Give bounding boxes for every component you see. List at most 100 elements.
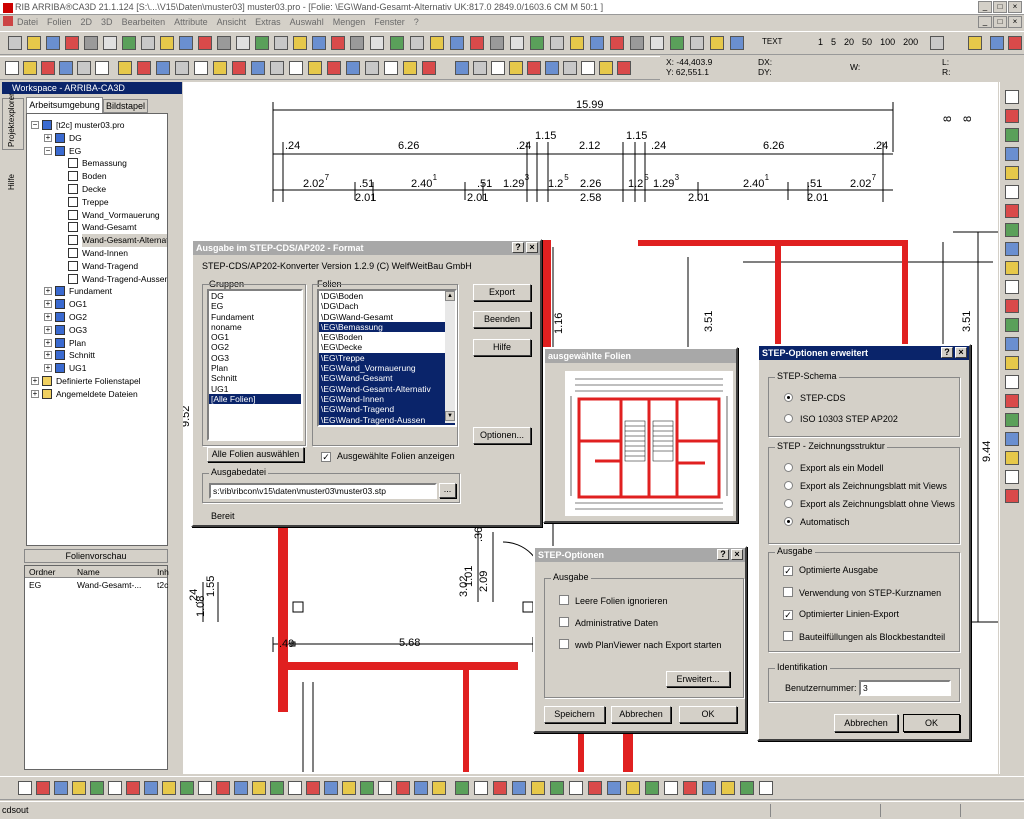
tree-item[interactable]: Wand-Gesamt <box>29 221 167 234</box>
tree-item[interactable]: Bemassung <box>29 157 167 170</box>
struct-automatisch-radio[interactable]: Automatisch <box>784 517 850 527</box>
right-tool-icon[interactable] <box>1005 299 1019 313</box>
draw-tool-icon[interactable] <box>194 61 208 75</box>
tree-item[interactable]: Boden <box>29 170 167 183</box>
tree-item[interactable]: Treppe <box>29 196 167 209</box>
gruppe-item[interactable]: Plan <box>209 363 301 373</box>
folie-item[interactable]: \EG\Bemassung <box>319 321 455 333</box>
gruppe-item[interactable]: Schnitt <box>209 373 301 383</box>
ext-options-close-button[interactable]: × <box>955 347 967 358</box>
right-tool-icon[interactable] <box>1005 394 1019 408</box>
main-tool-icon[interactable] <box>390 36 404 50</box>
beenden-button[interactable]: Beenden <box>473 311 531 328</box>
draw-tool-icon[interactable] <box>403 61 417 75</box>
scale-20-button[interactable]: 20 <box>844 37 854 47</box>
step-options-close-button[interactable]: × <box>731 549 743 560</box>
main-tool-icon[interactable] <box>141 36 155 50</box>
draw-tool-icon[interactable] <box>455 61 469 75</box>
schema-iso-radio[interactable]: ISO 10303 STEP AP202 <box>784 414 898 424</box>
main-tool-icon[interactable] <box>670 36 684 50</box>
text-tool-label[interactable]: TEXT <box>762 37 782 46</box>
main-tool-icon[interactable] <box>27 36 41 50</box>
folie-item[interactable]: \EG\Wand-Tragend <box>319 404 455 415</box>
main-tool-icon[interactable] <box>236 36 250 50</box>
schema-step-cds-radio[interactable]: STEP-CDS <box>784 393 846 403</box>
draw-tool-icon[interactable] <box>545 61 559 75</box>
bottom-tool-icon[interactable] <box>493 781 507 795</box>
optionen-button[interactable]: Optionen... <box>473 427 531 444</box>
folie-item[interactable]: \EG\Treppe <box>319 352 455 364</box>
bottom-tool-icon[interactable] <box>216 781 230 795</box>
draw-tool-icon[interactable] <box>308 61 322 75</box>
tree-expander-icon[interactable]: − <box>31 121 39 129</box>
bottom-tool-icon[interactable] <box>90 781 104 795</box>
bottom-tool-icon[interactable] <box>144 781 158 795</box>
kurznamen-checkbox[interactable]: Verwendung von STEP-Kurznamen <box>783 587 941 598</box>
bottom-tool-icon[interactable] <box>36 781 50 795</box>
struct-modell-radio[interactable]: Export als ein Modell <box>784 463 884 473</box>
main-tool-icon[interactable] <box>8 36 22 50</box>
menu-ansicht[interactable]: Ansicht <box>217 17 247 27</box>
draw-tool-icon[interactable] <box>156 61 170 75</box>
leere-folien-checkbox[interactable]: Leere Folien ignorieren <box>559 595 668 606</box>
draw-tool-icon[interactable] <box>251 61 265 75</box>
main-tool-icon[interactable] <box>550 36 564 50</box>
main-tool-icon[interactable] <box>510 36 524 50</box>
right-tool-icon[interactable] <box>1005 489 1019 503</box>
main-tool-icon[interactable] <box>570 36 584 50</box>
folie-item[interactable]: \EG\Boden <box>319 332 455 342</box>
draw-tool-icon[interactable] <box>581 61 595 75</box>
bottom-tool-icon[interactable] <box>270 781 284 795</box>
bottom-tool-icon[interactable] <box>607 781 621 795</box>
side-tab-hilfe[interactable]: Hilfe <box>2 168 24 194</box>
main-tool-icon[interactable] <box>179 36 193 50</box>
tree-expander-icon[interactable]: + <box>44 338 52 347</box>
folie-item[interactable]: \EG\Wand-Gesamt-Alternativ <box>319 383 455 394</box>
draw-tool-icon[interactable] <box>491 61 505 75</box>
right-tool-icon[interactable] <box>1005 261 1019 275</box>
ext-abbrechen-button[interactable]: Abbrechen <box>834 714 898 732</box>
bottom-tool-icon[interactable] <box>550 781 564 795</box>
tab-bildstapel[interactable]: Bildstapel <box>103 99 148 113</box>
linien-export-checkbox[interactable]: ✓ Optimierter Linien-Export <box>783 609 899 620</box>
bottom-tool-icon[interactable] <box>455 781 469 795</box>
draw-tool-icon[interactable] <box>5 61 19 75</box>
main-tool-icon[interactable] <box>450 36 464 50</box>
bottom-tool-icon[interactable] <box>252 781 266 795</box>
right-tool-icon[interactable] <box>1005 280 1019 294</box>
bottom-tool-icon[interactable] <box>531 781 545 795</box>
main-tool-icon[interactable] <box>730 36 744 50</box>
main-tool-icon[interactable] <box>293 36 307 50</box>
ausgabedatei-field[interactable]: s:\rib\ribcon\v15\daten\muster03\muster0… <box>209 483 437 499</box>
right-tool-icon[interactable] <box>1005 318 1019 332</box>
right-tool-icon[interactable] <box>1005 242 1019 256</box>
erweitert-button[interactable]: Erweitert... <box>666 671 730 687</box>
bottom-tool-icon[interactable] <box>702 781 716 795</box>
bottom-tool-icon[interactable] <box>759 781 773 795</box>
bottom-tool-icon[interactable] <box>126 781 140 795</box>
right-tool-icon[interactable] <box>1005 204 1019 218</box>
main-tool-icon[interactable] <box>690 36 704 50</box>
scale-5-button[interactable]: 5 <box>831 37 836 47</box>
bottom-tool-icon[interactable] <box>378 781 392 795</box>
tree-expander-icon[interactable]: + <box>44 325 52 334</box>
tree-expander-icon[interactable]: + <box>44 364 52 373</box>
tree-item[interactable]: + Schnitt <box>29 349 167 362</box>
bottom-tool-icon[interactable] <box>342 781 356 795</box>
folie-item[interactable]: \DG\Wand-Gesamt <box>319 312 455 322</box>
bottom-tool-icon[interactable] <box>569 781 583 795</box>
draw-tool-icon[interactable] <box>422 61 436 75</box>
bottom-tool-icon[interactable] <box>396 781 410 795</box>
struct-mit-views-radio[interactable]: Export als Zeichnungsblatt mit Views <box>784 481 947 491</box>
menu-2d[interactable]: 2D <box>81 17 93 27</box>
draw-tool-icon[interactable] <box>473 61 487 75</box>
col-name[interactable]: Name <box>77 567 100 577</box>
bottom-tool-icon[interactable] <box>108 781 122 795</box>
main-tool-icon[interactable] <box>350 36 364 50</box>
tree-item[interactable]: Wand-Gesamt-Alternativ <box>29 234 167 247</box>
main-tool-icon[interactable] <box>370 36 384 50</box>
anzeigen-checkbox[interactable]: ✓ Ausgewählte Folien anzeigen <box>321 451 455 462</box>
draw-tool-icon[interactable] <box>137 61 151 75</box>
scale-200-button[interactable]: 200 <box>903 37 918 47</box>
main-tool-icon[interactable] <box>530 36 544 50</box>
